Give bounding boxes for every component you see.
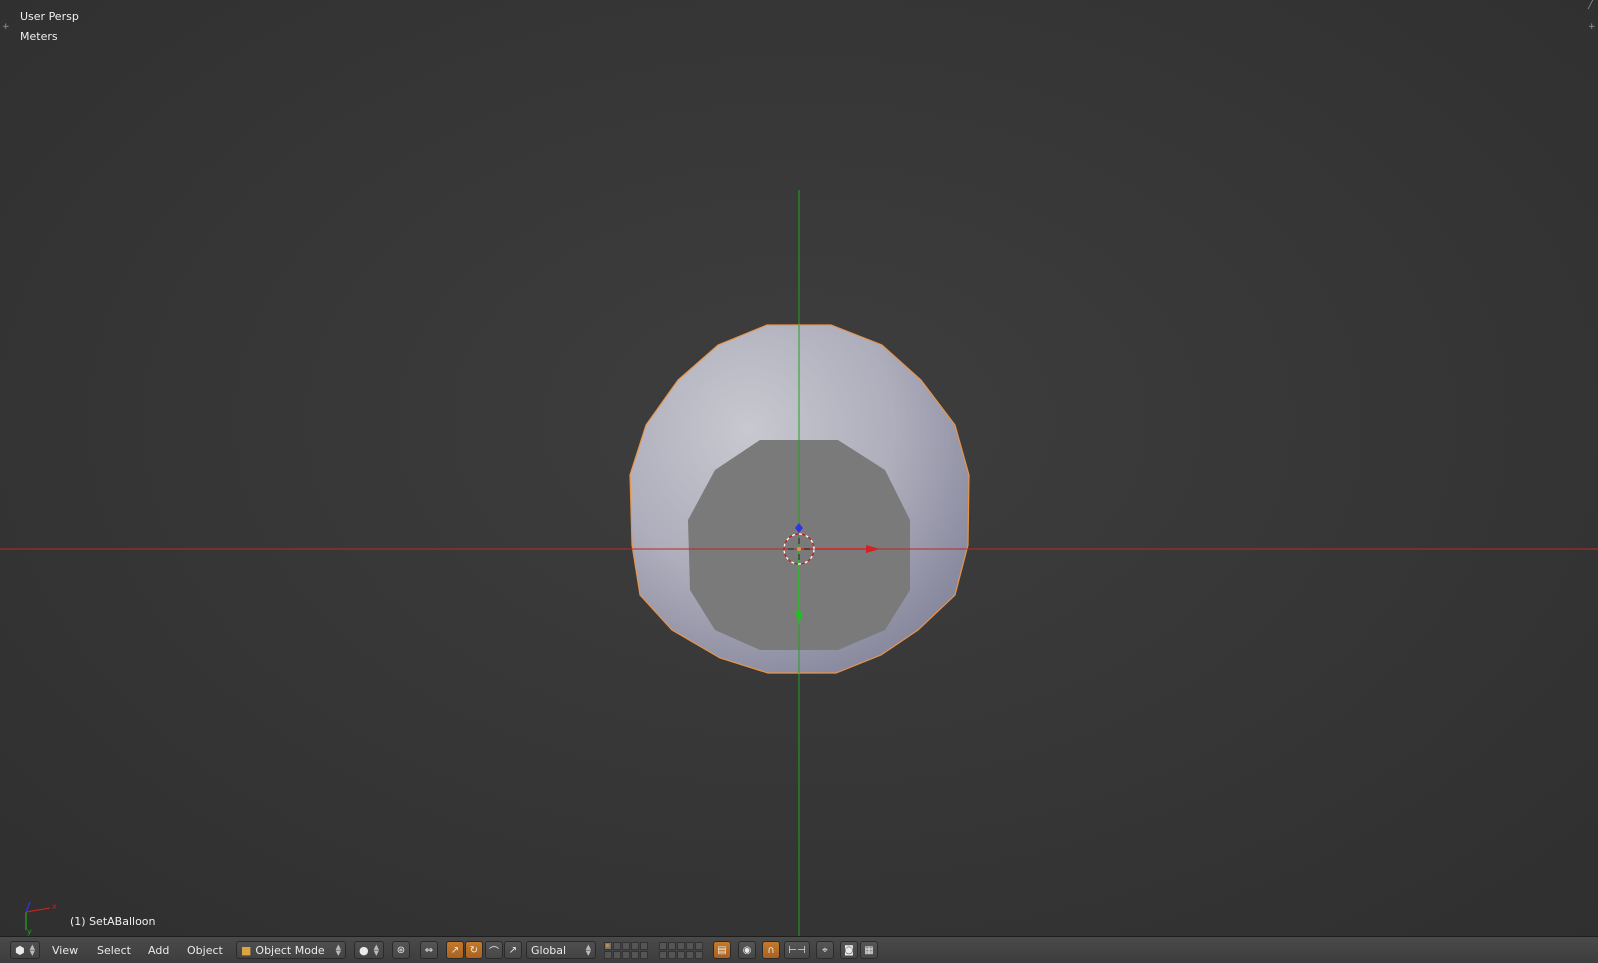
proportional-edit-button[interactable]: ◉	[738, 941, 756, 959]
translate-manipulator-button[interactable]: ↗	[446, 941, 464, 959]
orientation-dropdown[interactable]: Global ▲ ▼	[526, 941, 596, 959]
rotate-manipulator-button[interactable]: ↻	[465, 941, 483, 959]
snap-toggle-button[interactable]: ∩	[762, 941, 780, 959]
snap-target-button[interactable]: ⌖	[816, 941, 834, 959]
rotate-icon: ↻	[469, 944, 479, 956]
orientation-label: Global	[531, 943, 567, 957]
pivot-icon: ⊛	[396, 944, 406, 956]
svg-text:x: x	[52, 902, 57, 911]
snap-element-dropdown[interactable]: ⊢⊣	[784, 941, 810, 959]
layers-lock-icon: ▤	[717, 944, 727, 956]
magnet-icon: ∩	[767, 944, 775, 956]
solid-shading-icon: ●	[359, 943, 369, 957]
units-label: Meters	[20, 30, 58, 43]
shading-dropdown[interactable]: ● ▲ ▼	[354, 941, 384, 959]
camera-icon: ◙	[844, 944, 854, 956]
translate-icon: ↗	[450, 944, 460, 956]
svg-text:y: y	[27, 927, 32, 936]
mode-label: Object Mode	[255, 943, 325, 957]
viewport-header: ⬢ ▲ ▼ View Select Add Object ■ Object Mod…	[0, 936, 1598, 963]
menu-view[interactable]: View	[46, 941, 84, 959]
snap-target-icon: ⌖	[822, 944, 828, 956]
scale-icon: ⌒	[489, 946, 499, 958]
manipulator-toggle[interactable]: ⇔	[420, 941, 438, 959]
cube-view-icon: ⬢	[15, 943, 25, 957]
active-object-label: (1) SetABalloon	[70, 915, 156, 928]
object-mode-icon: ■	[241, 943, 252, 957]
menu-add[interactable]: Add	[142, 941, 175, 959]
mode-dropdown[interactable]: ■ Object Mode ▲ ▼	[236, 941, 346, 959]
axis-gizmo-icon: x y	[25, 901, 57, 936]
snap-increment-icon: ⊢⊣	[788, 944, 806, 956]
scene[interactable]: x y	[0, 0, 1598, 936]
layers-group-2[interactable]	[659, 941, 703, 959]
scale-manipulator-button[interactable]: ⌒	[485, 941, 503, 959]
clapperboard-icon: ▦	[864, 944, 874, 956]
menu-object[interactable]: Object	[181, 941, 229, 959]
render-animation-button[interactable]: ▦	[860, 941, 878, 959]
area-corner-icon[interactable]: ╱	[1588, 0, 1596, 10]
3d-cursor-icon	[783, 533, 815, 565]
editor-type-button[interactable]: ⬢ ▲ ▼	[10, 941, 40, 959]
area-split-widget-left[interactable]: +	[2, 22, 10, 32]
proportional-icon: ◉	[742, 944, 752, 956]
lock-layers-button[interactable]: ▤	[713, 941, 731, 959]
snap-arrow-button[interactable]: ↗	[504, 941, 522, 959]
manipulator-icon: ⇔	[424, 944, 434, 956]
menu-select[interactable]: Select	[91, 941, 137, 959]
layers-group-1[interactable]	[604, 941, 648, 959]
area-split-widget-right[interactable]: +	[1588, 22, 1596, 32]
3d-viewport[interactable]: x y User Persp Meters (1) SetABalloon + …	[0, 0, 1598, 936]
view-name-label: User Persp	[20, 10, 79, 23]
render-opengl-button[interactable]: ◙	[840, 941, 858, 959]
arrow-icon: ↗	[508, 944, 518, 956]
pivot-point-button[interactable]: ⊛	[392, 941, 410, 959]
